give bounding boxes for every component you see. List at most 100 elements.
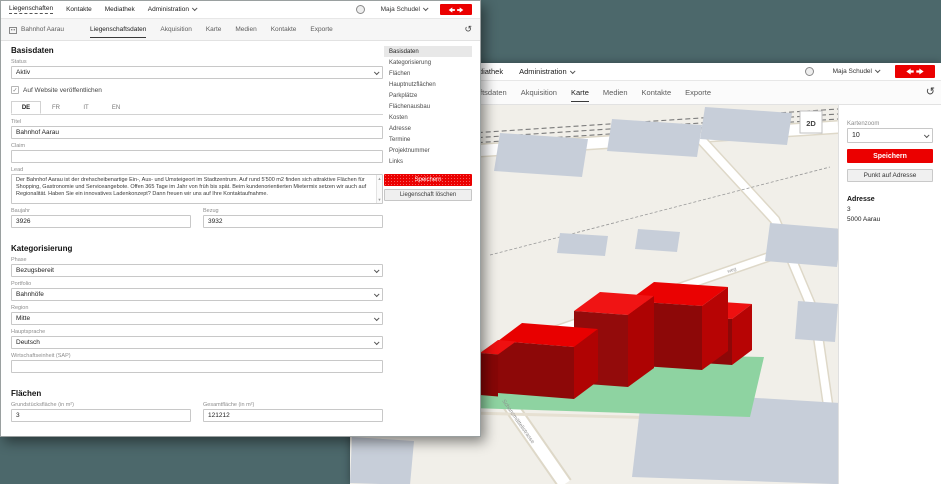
chevron-down-icon	[374, 315, 380, 321]
avatar[interactable]	[356, 5, 365, 14]
tab-liegenschaftsdaten[interactable]: Liegenschaftsdaten	[90, 19, 146, 40]
lang-tab-en[interactable]: EN	[101, 101, 131, 114]
tab-akquisition[interactable]: Akquisition	[160, 19, 191, 40]
chevron-down-icon	[570, 68, 576, 74]
kategorisierung-heading: Kategorisierung	[11, 244, 383, 253]
portfolio-value: Bahnhöfe	[16, 291, 44, 298]
scroll-up-icon[interactable]: ▲	[378, 175, 382, 182]
history-icon[interactable]: ↺	[926, 87, 935, 98]
anchor-adresse[interactable]: Adresse	[384, 123, 472, 134]
publish-label: Auf Website veröffentlichen	[23, 87, 102, 94]
point-on-address-button[interactable]: Punkt auf Adresse	[847, 169, 933, 182]
nav-administration-label: Administration	[148, 6, 189, 13]
scrollbar[interactable]: ▲ ▼	[376, 175, 382, 203]
map-tabs: Liegenschaftsdaten Akquisition Karte Med…	[442, 81, 711, 104]
lang-tab-fr[interactable]: FR	[41, 101, 71, 114]
sbb-arrows-icon	[902, 67, 928, 76]
claim-input[interactable]	[11, 150, 383, 163]
adresse-line1: 3	[847, 206, 933, 213]
sap-label: Wirtschaftseinheit (SAP)	[11, 353, 383, 359]
tab-medien[interactable]: Medien	[603, 81, 628, 104]
nav-liegenschaften[interactable]: Liegenschaften	[9, 5, 53, 14]
sap-input[interactable]	[11, 360, 383, 373]
lang-tab-de[interactable]: DE	[11, 101, 41, 114]
chevron-down-icon	[875, 67, 881, 73]
bezug-input[interactable]: 3932	[203, 215, 383, 228]
user-name: Maja Schudel	[833, 68, 872, 75]
anchor-hauptnutzflaechen[interactable]: Hauptnutzflächen	[384, 79, 472, 90]
history-icon[interactable]: ↺	[464, 25, 472, 34]
chevron-down-icon	[924, 132, 930, 138]
form-tabs: Liegenschaftsdaten Akquisition Karte Med…	[90, 19, 333, 40]
bezug-label: Bezug	[203, 208, 383, 214]
baujahr-input[interactable]: 3926	[11, 215, 191, 228]
anchor-termine[interactable]: Termine	[384, 134, 472, 145]
status-select[interactable]: Aktiv	[11, 66, 383, 79]
gesamtflaeche-input[interactable]: 121212	[203, 409, 383, 422]
hauptsprache-value: Deutsch	[16, 339, 40, 346]
tab-exporte[interactable]: Exporte	[310, 19, 332, 40]
phase-select[interactable]: Bezugsbereit	[11, 264, 383, 277]
anchor-kosten[interactable]: Kosten	[384, 112, 472, 123]
flaechen-heading: Flächen	[11, 389, 383, 398]
portfolio-select[interactable]: Bahnhöfe	[11, 288, 383, 301]
tab-medien[interactable]: Medien	[235, 19, 256, 40]
nav-administration[interactable]: Administration	[519, 67, 574, 76]
map-sidebar: Kartenzoom 10 Speichern Punkt auf Adress…	[838, 105, 941, 484]
chevron-down-icon	[374, 291, 380, 297]
tab-karte[interactable]: Karte	[571, 81, 589, 104]
chevron-down-icon	[374, 267, 380, 273]
basisdaten-heading: Basisdaten	[11, 46, 383, 55]
anchor-links[interactable]: Links	[384, 156, 472, 167]
gesamtflaeche-label: Gesamtfläche (in m²)	[203, 402, 383, 408]
anchor-nav: Basisdaten Kategorisierung Flächen Haupt…	[384, 46, 472, 201]
sbb-arrows-icon	[445, 6, 467, 14]
region-select[interactable]: Mitte	[11, 312, 383, 325]
anchor-flaechen[interactable]: Flächen	[384, 68, 472, 79]
baujahr-label: Baujahr	[11, 208, 191, 214]
language-tabs: DE FR IT EN	[11, 101, 383, 115]
grundstuecksflaeche-input[interactable]: 3	[11, 409, 191, 422]
entity-name: Bahnhof Aarau	[21, 26, 64, 33]
nav-kontakte[interactable]: Kontakte	[66, 6, 92, 13]
delete-liegenschaft-button[interactable]: Liegenschaft löschen	[384, 189, 472, 201]
adresse-line2: 5000 Aarau	[847, 216, 933, 223]
save-button[interactable]: Speichern	[384, 174, 472, 186]
tab-karte[interactable]: Karte	[206, 19, 222, 40]
nav-mediathek[interactable]: Mediathek	[105, 6, 135, 13]
building-icon	[9, 26, 17, 34]
titel-input[interactable]: Bahnhof Aarau	[11, 126, 383, 139]
map-2d-toggle[interactable]: 2D	[800, 111, 822, 133]
hauptsprache-select[interactable]: Deutsch	[11, 336, 383, 349]
grundstuecksflaeche-label: Grundstücksfläche (in m²)	[11, 402, 191, 408]
tab-kontakte[interactable]: Kontakte	[642, 81, 672, 104]
lang-tab-it[interactable]: IT	[71, 101, 101, 114]
user-menu[interactable]: Maja Schudel	[833, 68, 879, 75]
liegenschaft-form-window: Liegenschaften Kontakte Mediathek Admini…	[0, 0, 481, 437]
chevron-down-icon	[374, 69, 380, 75]
tab-exporte[interactable]: Exporte	[685, 81, 711, 104]
user-menu[interactable]: Maja Schudel	[381, 6, 427, 13]
nav-administration[interactable]: Administration	[148, 6, 196, 13]
publish-checkbox[interactable]: ✓	[11, 86, 19, 94]
anchor-basisdaten[interactable]: Basisdaten	[384, 46, 472, 57]
scroll-down-icon[interactable]: ▼	[378, 196, 382, 203]
portfolio-label: Portfolio	[11, 281, 383, 287]
avatar[interactable]	[805, 67, 814, 76]
anchor-parkplaetze[interactable]: Parkplätze	[384, 90, 472, 101]
kartenzoom-label: Kartenzoom	[847, 121, 933, 127]
lead-textarea[interactable]: Der Bahnhof Aarau ist der drehscheibenar…	[11, 174, 383, 204]
region-value: Mitte	[16, 315, 30, 322]
hauptsprache-label: Hauptsprache	[11, 329, 383, 335]
tab-akquisition[interactable]: Akquisition	[521, 81, 557, 104]
map-save-button[interactable]: Speichern	[847, 149, 933, 163]
phase-value: Bezugsbereit	[16, 267, 54, 274]
kartenzoom-select[interactable]: 10	[847, 128, 933, 143]
nav-administration-label: Administration	[519, 67, 567, 76]
titel-label: Titel	[11, 119, 383, 125]
tab-kontakte[interactable]: Kontakte	[271, 19, 297, 40]
anchor-projektnummer[interactable]: Projektnummer	[384, 145, 472, 156]
anchor-flaechenausbau[interactable]: Flächenausbau	[384, 101, 472, 112]
anchor-kategorisierung[interactable]: Kategorisierung	[384, 57, 472, 68]
adresse-heading: Adresse	[847, 196, 933, 203]
